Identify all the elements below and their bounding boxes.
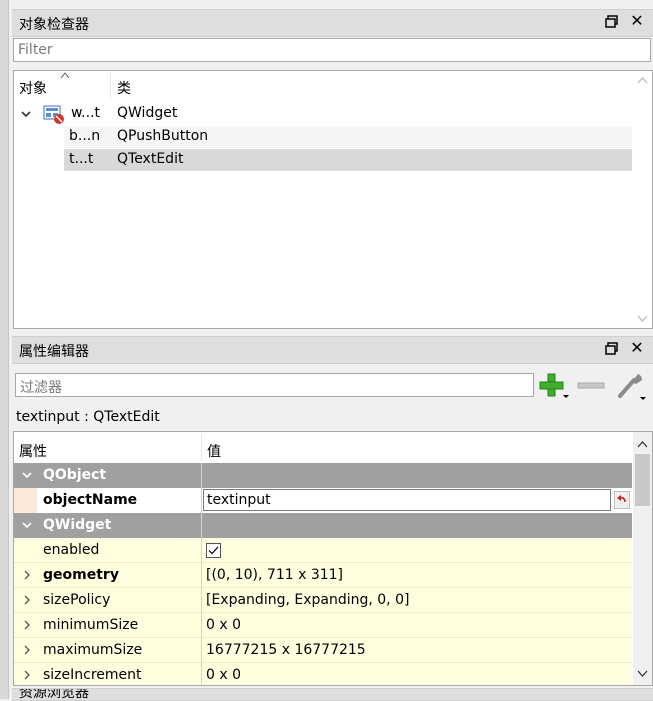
column-header-object[interactable]: 对象 <box>19 78 47 98</box>
chevron-down-icon[interactable] <box>20 108 32 120</box>
close-icon[interactable]: ✕ <box>629 340 645 356</box>
enabled-checkbox[interactable] <box>206 543 221 558</box>
property-filter-input[interactable]: 过滤器 <box>15 373 534 397</box>
property-name: sizeIncrement <box>43 667 142 683</box>
float-icon[interactable] <box>604 341 620 357</box>
category-row-qobject[interactable]: QObject <box>14 463 632 488</box>
chevron-right-icon[interactable] <box>22 618 32 632</box>
scrollbar-thumb[interactable] <box>635 454 650 506</box>
tree-row-textedit[interactable]: t...t QTextEdit <box>64 149 632 171</box>
resource-browser-titlebar: 资源浏览器 <box>12 688 653 701</box>
object-tree[interactable]: 对象 类 w...t QWidget b...n QPushButton t..… <box>13 70 653 329</box>
property-name: maximumSize <box>43 642 143 658</box>
column-header-property[interactable]: 属性 <box>19 441 47 461</box>
column-header-class[interactable]: 类 <box>117 78 131 98</box>
tree-row-class: QWidget <box>117 105 178 121</box>
property-value[interactable]: [Expanding, Expanding, 0, 0] <box>206 592 409 608</box>
object-filter-input[interactable]: Filter <box>13 38 651 62</box>
tree-row-widget[interactable]: w...t QWidget <box>14 103 632 125</box>
tree-scrollbar[interactable] <box>633 71 652 328</box>
remove-property-icon[interactable] <box>576 376 606 394</box>
property-value[interactable]: 0 x 0 <box>206 667 241 683</box>
objectname-value-input[interactable]: textinput <box>203 489 611 511</box>
property-scrollbar[interactable] <box>633 432 652 685</box>
tree-row-name: w...t <box>71 105 101 121</box>
object-inspector-title: 对象检查器 <box>19 17 89 33</box>
configure-wrench-icon[interactable] <box>614 370 648 402</box>
property-editor-titlebar: 属性编辑器 ✕ <box>12 336 653 364</box>
column-header-value[interactable]: 值 <box>207 441 221 461</box>
object-filter-placeholder: Filter <box>18 42 53 58</box>
category-label: QWidget <box>43 517 112 533</box>
left-splitter[interactable] <box>0 0 9 699</box>
property-value[interactable]: [(0, 10), 711 x 311] <box>206 567 343 583</box>
property-name: minimumSize <box>43 617 139 633</box>
property-value[interactable]: 16777215 x 16777215 <box>206 642 366 658</box>
chevron-right-icon[interactable] <box>22 593 32 607</box>
add-property-icon[interactable] <box>538 372 570 400</box>
property-name: geometry <box>43 567 119 583</box>
reset-property-icon[interactable] <box>614 491 630 509</box>
selected-object-info: textinput : QTextEdit <box>16 409 160 425</box>
property-row-sizeincrement[interactable]: sizeIncrement 0 x 0 <box>14 663 632 685</box>
tree-row-name: b...n <box>69 128 101 144</box>
resource-browser-title: 资源浏览器 <box>19 688 89 701</box>
property-row-sizepolicy[interactable]: sizePolicy [Expanding, Expanding, 0, 0] <box>14 588 632 613</box>
property-name: enabled <box>43 542 100 558</box>
scroll-up-icon[interactable] <box>637 440 648 448</box>
widget-layout-icon <box>43 105 64 124</box>
property-value[interactable]: 0 x 0 <box>206 617 241 633</box>
chevron-down-icon[interactable] <box>22 518 32 532</box>
scroll-up-icon[interactable] <box>637 76 648 84</box>
property-name: sizePolicy <box>43 592 111 608</box>
property-row-geometry[interactable]: geometry [(0, 10), 711 x 311] <box>14 563 632 588</box>
tree-row-button[interactable]: b...n QPushButton <box>64 126 632 148</box>
chevron-right-icon[interactable] <box>22 568 32 582</box>
property-table[interactable]: 属性 值 QObject objectName textinput QWidge… <box>13 431 653 686</box>
tree-row-name: t...t <box>69 151 94 167</box>
chevron-down-icon[interactable] <box>22 468 32 482</box>
property-filter-placeholder: 过滤器 <box>20 380 62 396</box>
scroll-down-icon[interactable] <box>637 315 648 323</box>
scroll-down-icon[interactable] <box>637 670 648 678</box>
object-inspector-titlebar: 对象检查器 ✕ <box>12 9 653 37</box>
property-name: objectName <box>43 492 138 508</box>
property-row-objectname[interactable]: objectName textinput <box>14 488 632 513</box>
close-icon[interactable]: ✕ <box>629 13 645 29</box>
float-icon[interactable] <box>604 14 620 30</box>
property-row-enabled[interactable]: enabled <box>14 538 632 563</box>
tree-row-class: QPushButton <box>117 128 209 144</box>
property-row-maximumsize[interactable]: maximumSize 16777215 x 16777215 <box>14 638 632 663</box>
property-value: textinput <box>207 492 271 508</box>
chevron-right-icon[interactable] <box>22 643 32 657</box>
sort-ascending-icon <box>60 72 70 79</box>
tree-row-class: QTextEdit <box>117 151 184 167</box>
property-row-minimumsize[interactable]: minimumSize 0 x 0 <box>14 613 632 638</box>
category-row-qwidget[interactable]: QWidget <box>14 513 632 538</box>
category-label: QObject <box>43 467 107 483</box>
property-editor-title: 属性编辑器 <box>19 344 89 360</box>
chevron-right-icon[interactable] <box>22 668 32 682</box>
